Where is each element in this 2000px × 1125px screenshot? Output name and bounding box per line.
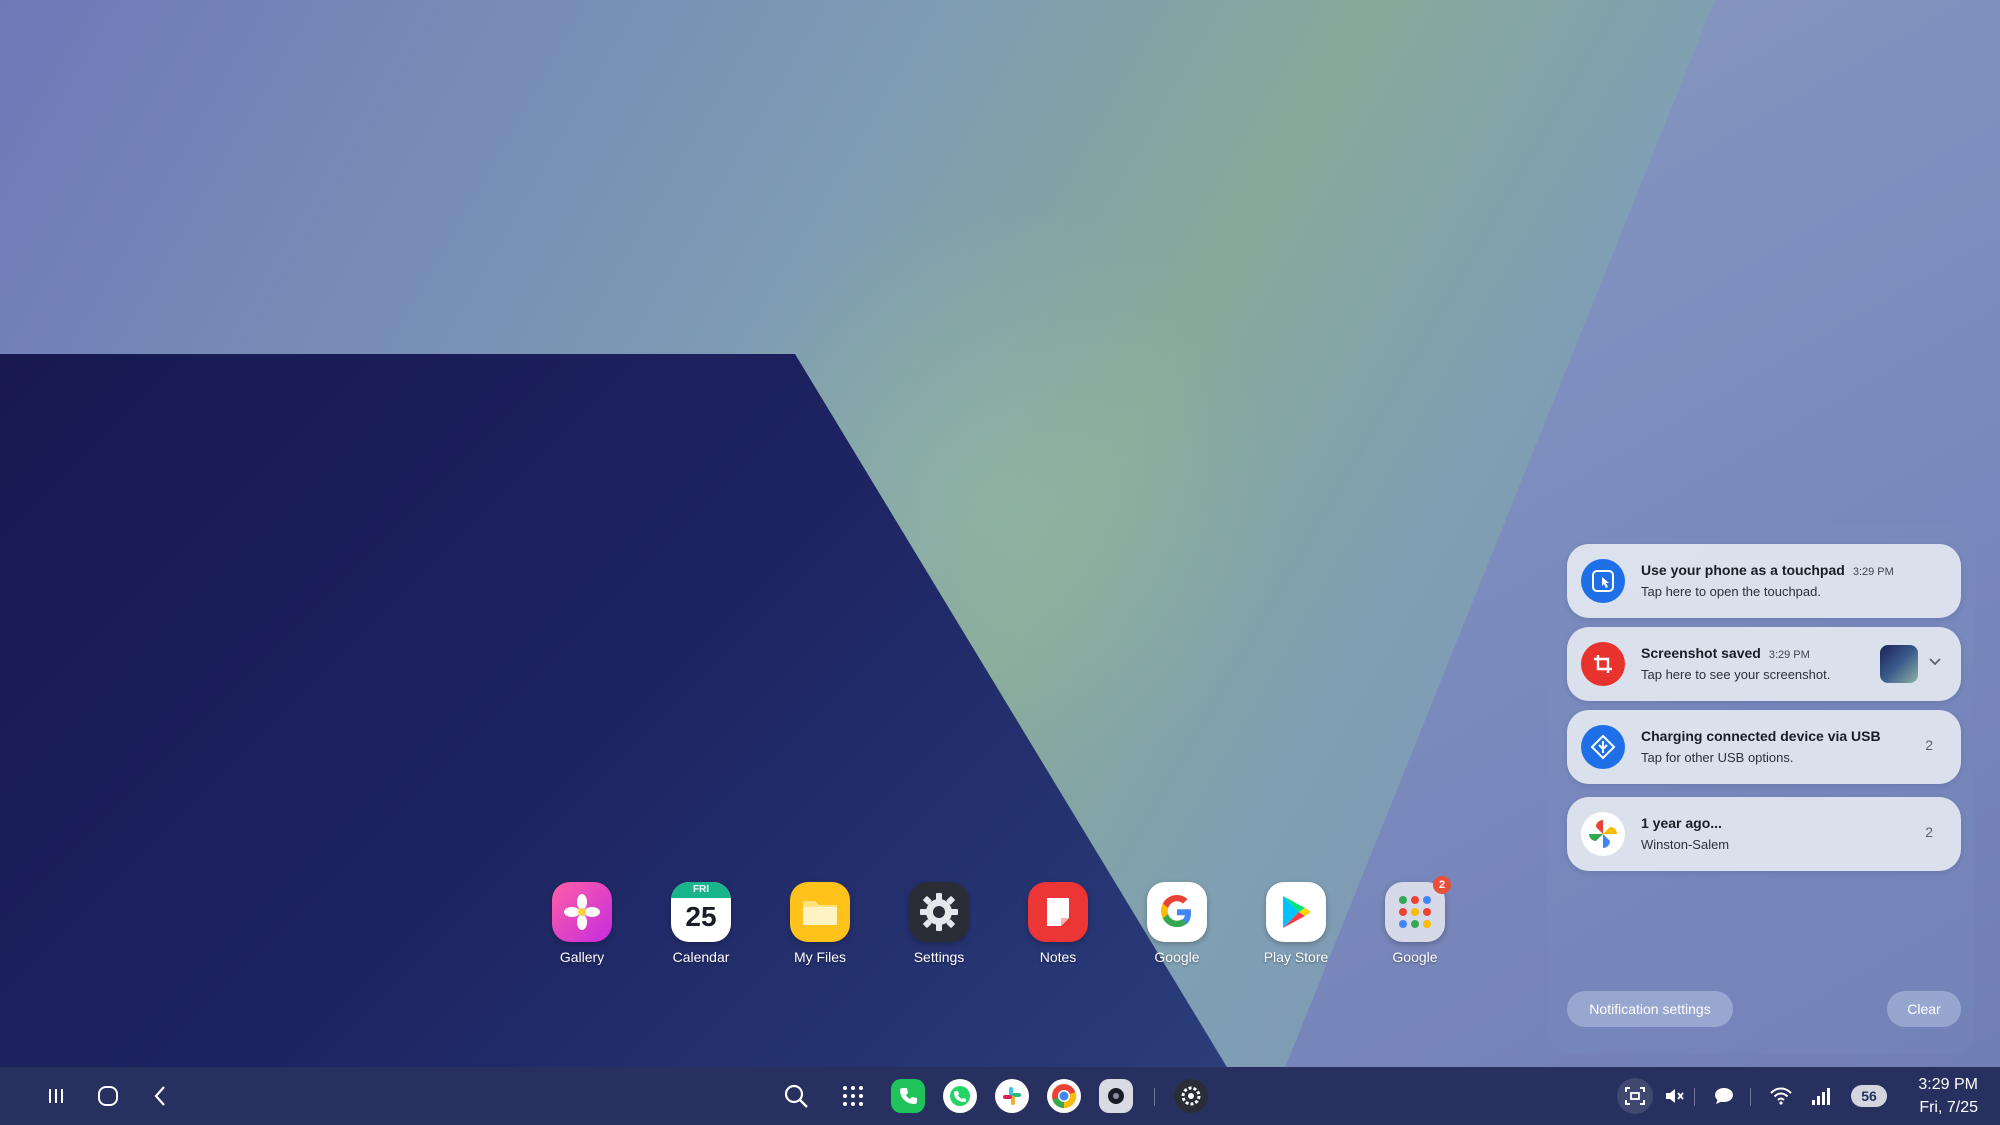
notification-screenshot[interactable]: Screenshot saved 3:29 PM Tap here to see …: [1567, 627, 1961, 701]
dock-app-label: Google: [1154, 949, 1200, 965]
whatsapp-icon[interactable]: [943, 1079, 977, 1113]
taskbar-divider: [1694, 1088, 1695, 1106]
notification-body: Tap for other USB options.: [1641, 750, 1794, 765]
dock-app-google-folder[interactable]: 2 Google: [1360, 876, 1470, 965]
play-store-icon: [1266, 882, 1326, 942]
dock-app-calendar[interactable]: FRI 25 Calendar: [646, 882, 756, 965]
notification-settings-button[interactable]: Notification settings: [1567, 991, 1733, 1027]
signal-icon[interactable]: [1803, 1078, 1839, 1114]
dock-app-label: Google: [1392, 949, 1438, 965]
taskbar-divider: [1750, 1088, 1751, 1106]
notification-title: Charging connected device via USB: [1641, 728, 1881, 744]
notification-time: 3:29 PM: [1768, 649, 1810, 661]
taskbar-divider: [1154, 1088, 1155, 1106]
dock-app-my-files[interactable]: My Files: [765, 882, 875, 965]
screenshot-icon: [1581, 642, 1625, 686]
notification-body: Tap here to open the touchpad.: [1641, 584, 1821, 599]
dock-app-google[interactable]: Google: [1122, 882, 1232, 965]
gallery-icon: [552, 882, 612, 942]
dock-app-label: Settings: [913, 949, 965, 965]
notification-usb[interactable]: Charging connected device via USB Tap fo…: [1567, 710, 1961, 784]
dock-app-label: Calendar: [672, 949, 730, 965]
screen-capture-icon[interactable]: [1617, 1078, 1653, 1114]
dock-app-label: My Files: [793, 949, 847, 965]
notification-google-photos[interactable]: 1 year ago... Winston-Salem 2: [1567, 797, 1961, 871]
notification-panel: Use your phone as a touchpad 3:29 PM Tap …: [1547, 525, 1974, 1053]
google-photos-icon: [1581, 812, 1625, 856]
folder-icon: [790, 882, 850, 942]
app-folder-icon: 2: [1385, 876, 1451, 942]
dock-app-label: Notes: [1039, 949, 1077, 965]
chevron-down-icon[interactable]: [1928, 654, 1942, 668]
back-icon[interactable]: [142, 1078, 178, 1114]
search-icon[interactable]: [778, 1078, 814, 1114]
touchpad-icon: [1581, 559, 1625, 603]
dock-app-gallery[interactable]: Gallery: [527, 882, 637, 965]
dock-app-notes[interactable]: Notes: [1003, 882, 1113, 965]
notification-body: Tap here to see your screenshot.: [1641, 667, 1831, 682]
dock-app-label: Gallery: [559, 949, 605, 965]
mute-icon[interactable]: [1656, 1078, 1692, 1114]
usb-icon: [1581, 725, 1625, 769]
settings-icon[interactable]: [1174, 1079, 1208, 1113]
notification-body: Winston-Salem: [1641, 837, 1730, 852]
screenshot-thumbnail[interactable]: [1880, 645, 1918, 683]
notification-touchpad[interactable]: Use your phone as a touchpad 3:29 PM Tap …: [1567, 544, 1961, 618]
notification-title: 1 year ago...: [1641, 815, 1722, 831]
notification-badge: 2: [1433, 876, 1451, 894]
notification-time: 3:29 PM: [1852, 566, 1894, 578]
notification-count: 2: [1925, 824, 1933, 840]
slack-icon[interactable]: [995, 1079, 1029, 1113]
notification-count: 2: [1925, 737, 1933, 753]
dock-app-settings[interactable]: Settings: [884, 882, 994, 965]
calendar-day-name: FRI: [671, 882, 731, 898]
home-icon[interactable]: [90, 1078, 126, 1114]
calendar-day-number: 25: [685, 901, 717, 932]
wifi-icon[interactable]: [1763, 1078, 1799, 1114]
notes-icon: [1028, 882, 1088, 942]
clock-time: 3:29 PM: [1918, 1076, 1978, 1093]
chrome-icon[interactable]: [1047, 1079, 1081, 1113]
camera-icon[interactable]: [1099, 1079, 1133, 1113]
clear-button[interactable]: Clear: [1887, 991, 1961, 1027]
phone-icon[interactable]: [891, 1079, 925, 1113]
taskbar: 56 3:29 PM Fri, 7/25: [0, 1067, 2000, 1125]
gear-icon: [909, 882, 969, 942]
clock-date: Fri, 7/25: [1919, 1099, 1978, 1116]
clock[interactable]: 3:29 PM Fri, 7/25: [1918, 1073, 1978, 1119]
google-icon: [1147, 882, 1207, 942]
battery-indicator[interactable]: 56: [1851, 1085, 1887, 1107]
calendar-icon: FRI 25: [671, 882, 731, 942]
notification-title: Use your phone as a touchpad 3:29 PM: [1641, 562, 1894, 578]
dock-app-label: Play Store: [1263, 949, 1329, 965]
chat-icon[interactable]: [1706, 1078, 1742, 1114]
notification-title: Screenshot saved 3:29 PM: [1641, 645, 1810, 661]
dock-app-play-store[interactable]: Play Store: [1241, 882, 1351, 965]
recents-icon[interactable]: [38, 1078, 74, 1114]
apps-grid-icon[interactable]: [835, 1078, 871, 1114]
